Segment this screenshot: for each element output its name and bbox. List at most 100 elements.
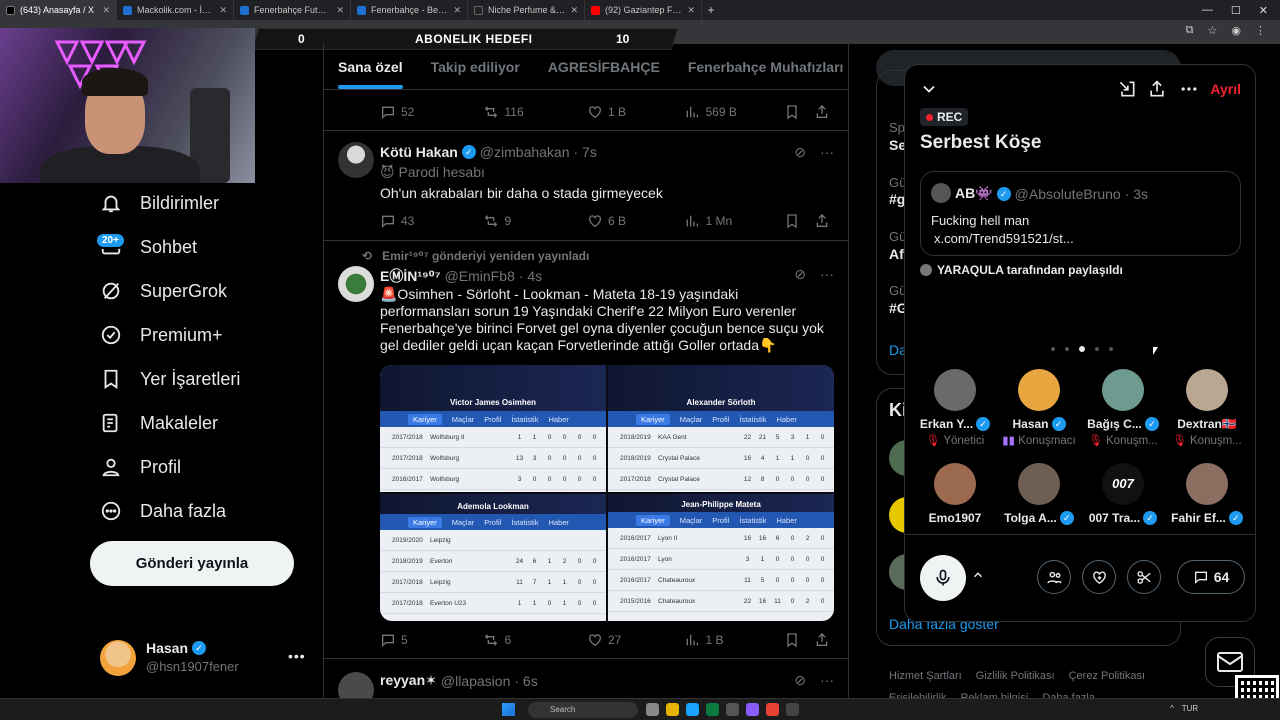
tab-following[interactable]: Takip ediliyor	[417, 44, 534, 89]
account-avatar[interactable]	[100, 640, 136, 676]
footer-link[interactable]: Hizmet Şartları	[889, 670, 962, 682]
app-icon[interactable]	[646, 703, 659, 716]
participant[interactable]: Dextran🇳🇴 🎙 Konuşm...	[1163, 369, 1251, 447]
views-button[interactable]: 1 B	[684, 632, 784, 648]
chevron-up-icon[interactable]	[971, 568, 985, 582]
grok-icon[interactable]: ⊘	[794, 266, 806, 283]
edge-icon[interactable]	[686, 703, 699, 716]
tab-agresifbahce[interactable]: AGRESİFBAHÇE	[534, 44, 674, 89]
bookmark-icon[interactable]	[784, 104, 800, 120]
chrome-icon[interactable]	[766, 703, 779, 716]
app-icon[interactable]	[726, 703, 739, 716]
participants-button[interactable]	[1037, 560, 1071, 594]
start-button-icon[interactable]	[502, 703, 515, 716]
browser-tab[interactable]: Fenerbahçe Futbol Takımı - 2025✕	[234, 0, 351, 20]
tweet-author[interactable]: reyyan✶ @llapasion · 6s	[380, 672, 538, 689]
share-icon[interactable]	[814, 632, 830, 648]
share-icon[interactable]	[1147, 79, 1167, 99]
reply-button[interactable]: 43	[380, 213, 483, 229]
reply-button[interactable]: 52	[380, 104, 483, 120]
more-icon[interactable]: ···	[820, 144, 834, 161]
close-window-icon[interactable]: ✕	[1259, 4, 1268, 17]
nav-premium[interactable]: Premium+	[100, 324, 300, 346]
browser-tab[interactable]: (92) Gaziantep FK 0-4 Fenerbahçe✕	[585, 0, 702, 20]
browser-tab[interactable]: Niche Perfume & Beauty: Skincare✕	[468, 0, 585, 20]
taskbar-search[interactable]: Search	[528, 702, 638, 718]
participant[interactable]: Erkan Y... ✓ 🎙 Yönetici	[911, 369, 999, 447]
browser-tab[interactable]: Fenerbahçe - Beşiktaş (29.02.2025✕	[351, 0, 468, 20]
like-button[interactable]: 6 B	[587, 213, 685, 229]
repost-button[interactable]: 9	[483, 213, 586, 229]
close-tab-icon[interactable]: ✕	[336, 5, 344, 16]
bookmark-icon[interactable]	[784, 632, 800, 648]
tray-chevron-icon[interactable]: ^	[1170, 704, 1174, 713]
bookmark-icon[interactable]	[784, 213, 800, 229]
browser-tab[interactable]: Mackolik.com - İddaa, canlı maç✕	[117, 0, 234, 20]
repost-button[interactable]: 116	[483, 104, 586, 120]
new-tab-button[interactable]: +	[702, 3, 720, 17]
keyboard-language[interactable]: TUR	[1182, 704, 1198, 713]
nav-bookmarks[interactable]: Yer İşaretleri	[100, 368, 300, 390]
carousel-dot[interactable]	[1051, 347, 1055, 351]
repost-button[interactable]: 6	[483, 632, 586, 648]
bookmark-star-icon[interactable]: ☆	[1208, 24, 1218, 37]
minimize-icon[interactable]: —	[1202, 4, 1213, 16]
more-icon[interactable]: ···	[820, 672, 834, 689]
extension-icon[interactable]: ⧉	[1186, 24, 1194, 37]
tweet-avatar[interactable]	[338, 266, 374, 302]
nav-articles[interactable]: Makaleler	[100, 412, 300, 434]
nav-more[interactable]: Daha fazla	[100, 500, 300, 522]
close-tab-icon[interactable]: ✕	[687, 5, 695, 16]
nav-notifications[interactable]: Bildirimler	[100, 192, 300, 214]
tweet-author[interactable]: EⓂİN¹⁹⁰⁷ @EminFb8 · 4s	[380, 266, 542, 286]
participant[interactable]: Bağış C... ✓ 🎙 Konuşm...	[1079, 369, 1167, 447]
reactions-button[interactable]	[1082, 560, 1116, 594]
app-icon[interactable]	[746, 703, 759, 716]
browser-tab[interactable]: (643) Anasayfa / X ✕	[0, 0, 117, 20]
profile-icon[interactable]: ◉	[1231, 24, 1241, 37]
like-button[interactable]: 27	[587, 632, 685, 648]
nav-supergrok[interactable]: SuperGrok	[100, 280, 300, 302]
nav-profile[interactable]: Profil	[100, 456, 300, 478]
microphone-button[interactable]	[920, 555, 966, 601]
participant[interactable]: 007 007 Tra... ✓	[1079, 463, 1167, 525]
post-button[interactable]: Gönderi yayınla	[90, 541, 294, 586]
clip-button[interactable]	[1127, 560, 1161, 594]
share-icon[interactable]	[814, 104, 830, 120]
participant[interactable]: Tolga A... ✓	[995, 463, 1083, 525]
account-menu-icon[interactable]: •••	[288, 648, 306, 664]
close-tab-icon[interactable]: ✕	[102, 5, 110, 16]
more-icon[interactable]	[1179, 79, 1199, 99]
maximize-icon[interactable]: ☐	[1231, 4, 1241, 17]
app-icon[interactable]	[706, 703, 719, 716]
pinned-post-card[interactable]: AB👾 ✓ @AbsoluteBruno · 3s Fucking hell man x…	[920, 171, 1241, 256]
dock-icon[interactable]	[1117, 79, 1137, 99]
carousel-dot[interactable]	[1065, 347, 1069, 351]
like-button[interactable]: 1 B	[587, 104, 685, 120]
collapse-chevron-icon[interactable]	[919, 79, 939, 99]
trend-item[interactable]: #g	[889, 191, 905, 207]
more-icon[interactable]: ···	[820, 266, 834, 283]
views-button[interactable]: 569 B	[684, 104, 784, 120]
carousel-dot-active[interactable]	[1079, 346, 1085, 352]
grok-icon[interactable]: ⊘	[794, 672, 806, 689]
close-tab-icon[interactable]: ✕	[570, 5, 578, 16]
tab-fb-muhafizlari[interactable]: Fenerbahçe Muhafızları	[674, 44, 848, 89]
close-tab-icon[interactable]: ✕	[453, 5, 461, 16]
timeline[interactable]: Sana özel Takip ediliyor AGRESİFBAHÇE Fe…	[323, 44, 849, 720]
close-tab-icon[interactable]: ✕	[219, 5, 227, 16]
carousel-dot[interactable]	[1109, 347, 1113, 351]
tweet-image-stats[interactable]: Victor James Osimhen Kariyer Maçlar Profil…	[380, 365, 834, 621]
tweet-author[interactable]: Kötü Hakan ✓ @zimbahakan · 7s	[380, 144, 597, 160]
leave-space-button[interactable]: Ayrıl	[1210, 81, 1241, 97]
nav-chat[interactable]: Sohbet	[100, 236, 300, 258]
views-button[interactable]: 1 Mn	[684, 213, 784, 229]
participant[interactable]: Emo1907	[911, 463, 999, 525]
footer-link[interactable]: Çerez Politikası	[1069, 670, 1145, 682]
carousel-dot[interactable]	[1095, 347, 1099, 351]
tab-for-you[interactable]: Sana özel	[324, 44, 417, 89]
tweet-avatar[interactable]	[338, 142, 374, 178]
grok-icon[interactable]: ⊘	[794, 144, 806, 161]
share-icon[interactable]	[814, 213, 830, 229]
app-icon[interactable]	[786, 703, 799, 716]
